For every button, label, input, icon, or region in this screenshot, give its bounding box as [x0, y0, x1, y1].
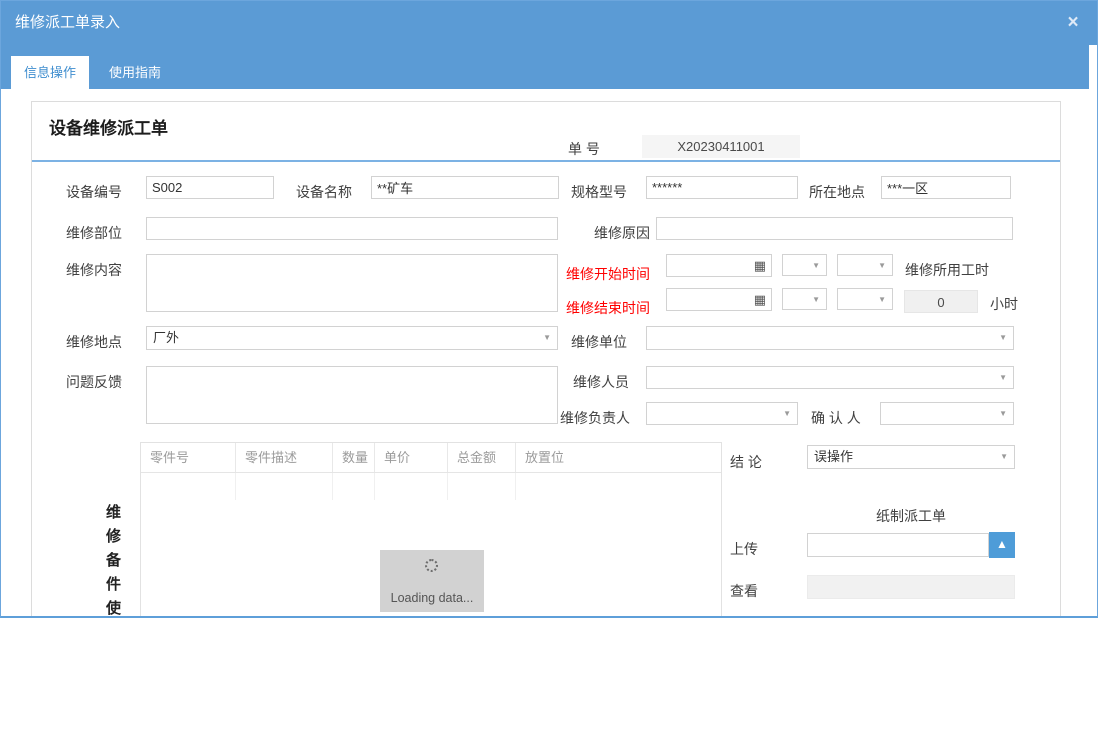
chevron-down-icon: ▼ — [999, 334, 1007, 342]
order-no-label: 单 号 — [568, 139, 600, 159]
repair-unit-label: 维修单位 — [571, 332, 627, 352]
work-hours-unit: 小时 — [990, 294, 1018, 314]
end-minute-combo[interactable]: ▼ — [837, 288, 893, 310]
paper-order-label: 纸制派工单 — [807, 506, 1015, 526]
chevron-down-icon: ▼ — [783, 410, 791, 418]
col-placement: 放置位 — [516, 443, 721, 472]
repair-place-value: 厂外 — [153, 327, 179, 349]
work-hours-label: 维修所用工时 — [905, 260, 989, 280]
chevron-down-icon: ▼ — [543, 334, 551, 342]
repair-content-textarea[interactable] — [146, 254, 558, 312]
tab-info-operation[interactable]: 信息操作 — [11, 56, 89, 89]
upload-icon: ▲ — [996, 537, 1008, 551]
upload-label: 上传 — [730, 539, 758, 559]
start-date-input[interactable]: ▦ — [666, 254, 772, 277]
end-date-input[interactable]: ▦ — [666, 288, 772, 311]
end-hour-combo[interactable]: ▼ — [782, 288, 827, 310]
view-field — [807, 575, 1015, 599]
feedback-textarea[interactable] — [146, 366, 558, 424]
col-part-desc: 零件描述 — [236, 443, 333, 472]
parts-table-header: 零件号 零件描述 数量 单价 总金额 放置位 — [141, 443, 721, 473]
col-part-no: 零件号 — [141, 443, 236, 472]
upload-button[interactable]: ▲ — [989, 532, 1015, 558]
close-icon[interactable]: × — [1061, 11, 1085, 35]
conclusion-combo[interactable]: 误操作 ▼ — [807, 445, 1015, 469]
dialog-title: 维修派工单录入 — [15, 1, 120, 45]
chevron-down-icon: ▼ — [1000, 453, 1008, 461]
tab-user-guide[interactable]: 使用指南 — [96, 56, 174, 89]
loading-text: Loading data... — [380, 591, 484, 605]
start-time-label: 维修开始时间 — [566, 264, 650, 284]
upload-input[interactable] — [807, 533, 989, 557]
spinner-icon — [425, 559, 438, 572]
chevron-down-icon: ▼ — [812, 262, 820, 270]
repair-content-label: 维修内容 — [66, 260, 122, 280]
loading-indicator: Loading data... — [380, 550, 484, 612]
col-unit-price: 单价 — [375, 443, 448, 472]
conclusion-value: 误操作 — [814, 446, 853, 468]
blue-separator — [32, 160, 1060, 162]
repair-part-label: 维修部位 — [66, 223, 122, 243]
device-code-label: 设备编号 — [66, 182, 122, 202]
chevron-down-icon: ▼ — [999, 374, 1007, 382]
start-hour-combo[interactable]: ▼ — [782, 254, 827, 276]
chevron-down-icon: ▼ — [878, 262, 886, 270]
repair-reason-label: 维修原因 — [594, 223, 650, 243]
table-empty-row — [141, 473, 721, 500]
repair-manager-label: 维修负责人 — [560, 408, 630, 428]
device-code-input[interactable] — [146, 176, 274, 199]
col-total: 总金额 — [448, 443, 516, 472]
tab-strip: 信息操作 使用指南 — [1, 45, 1089, 89]
view-label: 查看 — [730, 581, 758, 601]
feedback-label: 问题反馈 — [66, 372, 122, 392]
repair-manager-combo[interactable]: ▼ — [646, 402, 798, 425]
conclusion-label: 结 论 — [730, 452, 762, 472]
work-hours-value: 0 — [904, 290, 978, 313]
repair-person-label: 维修人员 — [573, 372, 629, 392]
device-name-input[interactable] — [371, 176, 559, 199]
spec-model-input[interactable] — [646, 176, 798, 199]
repair-person-combo[interactable]: ▼ — [646, 366, 1014, 389]
form-title: 设备维修派工单 — [49, 114, 168, 139]
chevron-down-icon: ▼ — [999, 410, 1007, 418]
location-input[interactable] — [881, 176, 1011, 199]
repair-reason-input[interactable] — [656, 217, 1013, 240]
dialog-body: 设备维修派工单 单 号 X20230411001 设备编号 设备名称 规格型号 … — [1, 89, 1097, 618]
repair-place-label: 维修地点 — [66, 332, 122, 352]
spec-model-label: 规格型号 — [571, 182, 627, 202]
col-qty: 数量 — [333, 443, 375, 472]
location-label: 所在地点 — [809, 182, 865, 202]
dialog-titlebar: 维修派工单录入 × — [1, 1, 1097, 45]
confirmer-combo[interactable]: ▼ — [880, 402, 1014, 425]
parts-section-label: 维修备件使 — [102, 504, 123, 618]
repair-unit-combo[interactable]: ▼ — [646, 326, 1014, 350]
form-panel: 设备维修派工单 单 号 X20230411001 设备编号 设备名称 规格型号 … — [31, 101, 1061, 618]
calendar-icon: ▦ — [754, 292, 766, 307]
calendar-icon: ▦ — [754, 258, 766, 273]
confirmer-label: 确 认 人 — [811, 408, 861, 428]
chevron-down-icon: ▼ — [812, 296, 820, 304]
repair-part-input[interactable] — [146, 217, 558, 240]
repair-workorder-dialog: 维修派工单录入 × 信息操作 使用指南 设备维修派工单 单 号 X2023041… — [0, 0, 1098, 618]
start-minute-combo[interactable]: ▼ — [837, 254, 893, 276]
order-no-value: X20230411001 — [642, 135, 800, 158]
device-name-label: 设备名称 — [296, 182, 352, 202]
chevron-down-icon: ▼ — [878, 296, 886, 304]
repair-place-combo[interactable]: 厂外 ▼ — [146, 326, 558, 350]
end-time-label: 维修结束时间 — [566, 298, 650, 318]
